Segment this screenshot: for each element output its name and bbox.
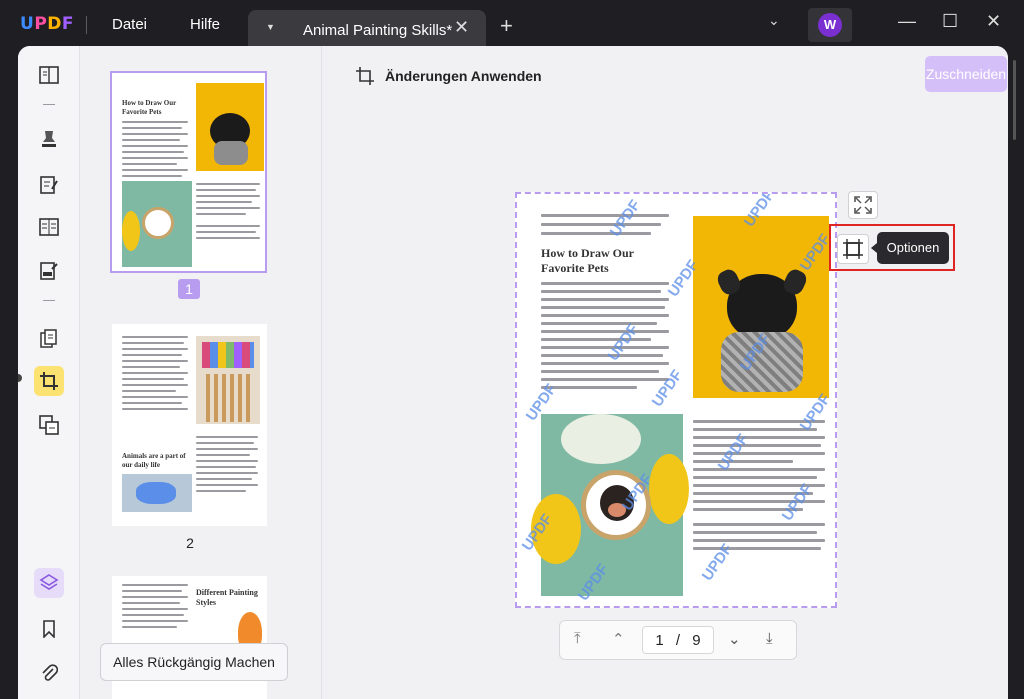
next-page-icon[interactable]: ⌄ [728, 630, 741, 648]
layers-icon[interactable] [34, 568, 64, 598]
undo-all-button[interactable]: Alles Rückgängig Machen [100, 643, 288, 681]
thumb-heading: Different Painting Styles [196, 588, 258, 607]
dog-image [693, 216, 829, 398]
bookmark-icon[interactable] [34, 614, 64, 644]
thumb-heading: How to Draw Our Favorite Pets [122, 99, 177, 116]
paint-palette-image [196, 336, 260, 424]
collapse-handle[interactable] [18, 374, 22, 382]
page-thumbnail-2[interactable]: Animals are a part of our daily life [112, 324, 267, 526]
user-menu[interactable]: W [808, 8, 852, 42]
organize-icon[interactable] [34, 212, 64, 242]
apply-changes-button[interactable]: Änderungen Anwenden [355, 66, 542, 86]
pages-icon[interactable] [34, 324, 64, 354]
expand-icon [854, 196, 872, 214]
main-window: How to Draw Our Favorite Pets 1 Animals … [18, 46, 1008, 699]
page-separator: / [675, 632, 681, 649]
last-page-icon[interactable]: ⤓ [766, 630, 773, 647]
edit-text-icon[interactable] [34, 170, 64, 200]
expand-button[interactable] [848, 191, 878, 219]
form-icon[interactable] [34, 256, 64, 286]
content-area: Änderungen Anwenden Zuschneiden How to D… [323, 46, 1008, 699]
chevron-down-icon[interactable]: ⌄ [768, 12, 780, 29]
current-page: 1 [655, 632, 664, 649]
reader-icon[interactable] [34, 60, 64, 90]
close-tab-icon[interactable]: ✕ [454, 17, 469, 38]
app-logo: UPDF [20, 14, 75, 34]
thumb-heading: Animals are a part of our daily life [122, 452, 186, 469]
minimize-icon[interactable]: — [898, 11, 916, 32]
new-tab-icon[interactable]: + [500, 13, 513, 39]
crop-options-icon [843, 239, 863, 259]
flower-image [531, 414, 689, 596]
title-bar: UPDF Datei Hilfe ▼ Animal Painting Skill… [0, 0, 1024, 50]
toolbar-divider [43, 104, 55, 105]
page-thumbnail-1[interactable]: How to Draw Our Favorite Pets [110, 71, 267, 273]
dog-image [196, 83, 264, 171]
first-page-icon[interactable]: ⤒ [574, 630, 581, 647]
divider [86, 16, 87, 34]
document-tab[interactable]: ▼ Animal Painting Skills* ✕ [248, 10, 486, 50]
page-heading-line2: Favorite Pets [541, 261, 609, 275]
highlighter-icon[interactable] [34, 124, 64, 154]
previous-page-icon[interactable]: ⌃ [612, 630, 625, 648]
scrollbar[interactable] [1013, 60, 1016, 140]
left-toolbar [18, 46, 80, 699]
page-number-1[interactable]: 1 [178, 279, 200, 299]
options-highlight: Optionen [829, 224, 955, 271]
page-number-2[interactable]: 2 [184, 535, 196, 551]
attachment-icon[interactable] [34, 658, 64, 688]
crop-tool-icon[interactable] [34, 366, 64, 396]
total-pages: 9 [692, 632, 701, 649]
thumbnail-panel: How to Draw Our Favorite Pets 1 Animals … [80, 46, 322, 699]
toolbar-divider [43, 300, 55, 301]
avatar[interactable]: W [818, 13, 842, 37]
compare-icon[interactable] [34, 410, 64, 440]
tab-title: Animal Painting Skills* [303, 22, 453, 39]
crop-icon [356, 67, 374, 85]
close-window-icon[interactable]: ✕ [986, 11, 1001, 32]
page-heading-line1: How to Draw Our [541, 246, 634, 260]
flower-image [122, 181, 192, 267]
tab-dropdown-icon[interactable]: ▼ [266, 22, 275, 32]
painting-image [122, 474, 192, 512]
page-input[interactable]: 1 / 9 [642, 626, 714, 654]
menu-help[interactable]: Hilfe [190, 16, 220, 33]
page-preview[interactable]: How to Draw Our Favorite Pets UPDF UPDF … [515, 192, 837, 608]
page-navigator: ⤒ ⌃ 1 / 9 ⌄ ⤓ [559, 620, 797, 660]
options-tooltip: Optionen [871, 232, 949, 264]
menu-file[interactable]: Datei [112, 16, 147, 33]
apply-changes-label: Änderungen Anwenden [385, 68, 542, 84]
maximize-icon[interactable]: ☐ [942, 11, 958, 32]
options-button[interactable] [837, 234, 869, 264]
crop-button[interactable]: Zuschneiden [925, 56, 1007, 92]
